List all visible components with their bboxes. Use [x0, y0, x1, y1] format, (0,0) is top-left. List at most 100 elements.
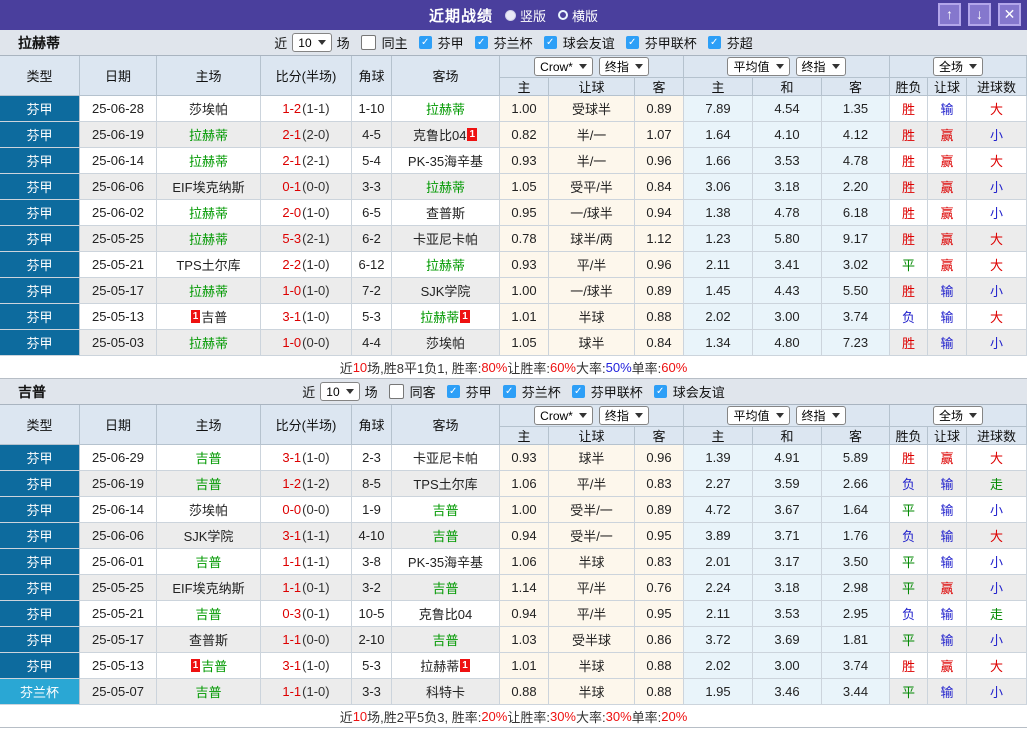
result-handicap: 赢	[928, 200, 967, 226]
match-date: 25-05-21	[80, 252, 157, 278]
odds-company-select[interactable]: Crow*	[534, 406, 593, 425]
league-filter-checkbox[interactable]: ✓	[446, 385, 460, 398]
away-team: 吉普	[392, 575, 500, 601]
match-score: 2-1 (2-0)	[261, 122, 352, 148]
avg-home-odds: 2.27	[684, 471, 753, 497]
halftime-score: (2-1)	[302, 231, 330, 246]
avg-home-odds: 3.06	[684, 174, 753, 200]
avg-odds-time-select[interactable]: 终指	[795, 406, 846, 425]
home-team: 拉赫蒂	[157, 122, 261, 148]
home-team: 吉普	[157, 445, 261, 471]
home-team-name: 吉普	[201, 659, 228, 674]
handicap-away-odds: 0.84	[635, 174, 684, 200]
handicap-away-odds: 0.83	[635, 471, 684, 497]
match-row: 芬甲 25-05-25 拉赫蒂 5-3 (2-1) 6-2 卡亚尼卡帕 0.78 球半/两 1.1…	[0, 226, 1027, 252]
summary-part: 20%	[481, 708, 508, 724]
layout-mode-option-vertical[interactable]: 竖版	[504, 6, 546, 25]
same-venue-checkbox[interactable]	[360, 35, 376, 50]
avg-odds-dropdowns: 平均值 终指	[684, 405, 890, 427]
full-match-select[interactable]: 全场	[932, 406, 983, 425]
corner-score: 5-3	[352, 653, 392, 679]
match-date: 25-05-17	[80, 278, 157, 304]
result-value: 负	[901, 529, 915, 544]
match-row: 芬甲 25-06-14 莎埃帕 0-0 (0-0) 1-9 吉普 1.00 受半/一 0.89 4.…	[0, 497, 1027, 523]
match-date: 25-06-19	[80, 122, 157, 148]
result-value: 胜	[901, 232, 915, 247]
result-handicap: 赢	[928, 445, 967, 471]
handicap-away-odds: 0.95	[635, 601, 684, 627]
match-row: 芬甲 25-05-03 拉赫蒂 1-0 (0-0) 4-4 莎埃帕 1.05 球半 0.84 1.3…	[0, 330, 1027, 356]
league-filter-checkbox[interactable]: ✓	[543, 36, 557, 49]
league-filter-checkbox[interactable]: ✓	[474, 36, 488, 49]
league-cell: 芬甲	[0, 549, 80, 575]
handicap-line: 半球	[549, 679, 635, 705]
recent-label: 近	[274, 36, 288, 51]
handicap-line: 半/一	[549, 148, 635, 174]
chevron-down-icon	[775, 64, 784, 69]
corner-score: 3-3	[352, 174, 392, 200]
result-goals: 大	[967, 148, 1027, 174]
handicap-line: 受半/一	[549, 497, 635, 523]
away-team-name: 拉赫蒂	[420, 659, 460, 674]
avg-draw-odds: 3.69	[753, 627, 822, 653]
avg-home-odds: 1.23	[684, 226, 753, 252]
recent-count-select[interactable]: 10	[292, 33, 332, 52]
away-team-name: 吉普	[432, 633, 459, 648]
full-match-select[interactable]: 全场	[932, 57, 983, 76]
close-button[interactable]: ✕	[998, 3, 1021, 26]
result-outcome: 胜	[890, 200, 928, 226]
check-icon: ✓	[710, 36, 719, 48]
down-arrow-icon: ↓	[976, 6, 983, 22]
match-score: 2-2 (1-0)	[261, 252, 352, 278]
odds-source-dropdowns: Crow* 终指	[500, 56, 684, 78]
move-up-button[interactable]: ↑	[938, 3, 961, 26]
column-header: 比分(半场)	[261, 405, 352, 445]
away-team: 拉赫蒂	[392, 174, 500, 200]
layout-mode-option-horizontal[interactable]: 横版	[558, 6, 598, 25]
league-filter-checkbox[interactable]: ✓	[653, 385, 667, 398]
fulltime-score: 1-1	[282, 684, 302, 699]
halftime-score: (1-0)	[302, 257, 330, 272]
card-badge: 1	[460, 659, 470, 672]
table-header: 类型 日期 主场 比分(半场) 角球 客场 Crow* 终指 平均值 终指 全场主让球客主和客胜负让…	[0, 56, 1027, 96]
handicap-away-odds: 0.88	[635, 679, 684, 705]
league-filter-checkbox[interactable]: ✓	[625, 36, 639, 49]
result-value: 小	[989, 581, 1003, 596]
odds-time-select[interactable]: 终指	[598, 406, 649, 425]
recent-count-select[interactable]: 10	[320, 382, 360, 401]
league-filter-checkbox[interactable]: ✓	[571, 385, 585, 398]
result-goals: 大	[967, 252, 1027, 278]
match-date: 25-06-19	[80, 471, 157, 497]
avg-draw-odds: 3.67	[753, 497, 822, 523]
match-row: 芬甲 25-05-13 1 吉普 3-1 (1-0) 5-3 拉赫蒂 1 1.01 半球 0.88 2.…	[0, 653, 1027, 679]
avg-home-odds: 2.11	[684, 601, 753, 627]
avg-odds-time-select[interactable]: 终指	[795, 57, 846, 76]
same-venue-checkbox[interactable]	[388, 384, 404, 399]
handicap-line: 半球	[549, 304, 635, 330]
avg-draw-odds: 5.80	[753, 226, 822, 252]
result-goals: 小	[967, 122, 1027, 148]
handicap-home-odds: 0.94	[500, 523, 549, 549]
league-filter-checkbox[interactable]: ✓	[502, 385, 516, 398]
avg-odds-select[interactable]: 平均值	[727, 57, 790, 76]
result-outcome: 胜	[890, 330, 928, 356]
move-down-button[interactable]: ↓	[968, 3, 991, 26]
fulltime-score: 2-2	[282, 257, 302, 272]
away-team-name: 吉普	[432, 529, 459, 544]
league-filter-checkbox[interactable]: ✓	[418, 36, 432, 49]
league-filter-checkbox[interactable]: ✓	[707, 36, 721, 49]
sub-column-header: 让球	[928, 427, 967, 445]
matches-label: 场	[364, 385, 378, 400]
home-team: TPS土尔库	[157, 252, 261, 278]
league-cell: 芬甲	[0, 330, 80, 356]
avg-odds-select[interactable]: 平均值	[727, 406, 790, 425]
odds-company-select[interactable]: Crow*	[534, 57, 593, 76]
result-value: 赢	[940, 581, 954, 596]
recent-count-select-value: 10	[326, 384, 340, 399]
avg-away-odds: 2.20	[822, 174, 890, 200]
match-row: 芬甲 25-05-21 TPS土尔库 2-2 (1-0) 6-12 拉赫蒂 0.93 平/半 0.…	[0, 252, 1027, 278]
odds-time-select[interactable]: 终指	[598, 57, 649, 76]
result-value: 小	[989, 633, 1003, 648]
result-handicap: 输	[928, 330, 967, 356]
home-team-name: 吉普	[195, 607, 222, 622]
